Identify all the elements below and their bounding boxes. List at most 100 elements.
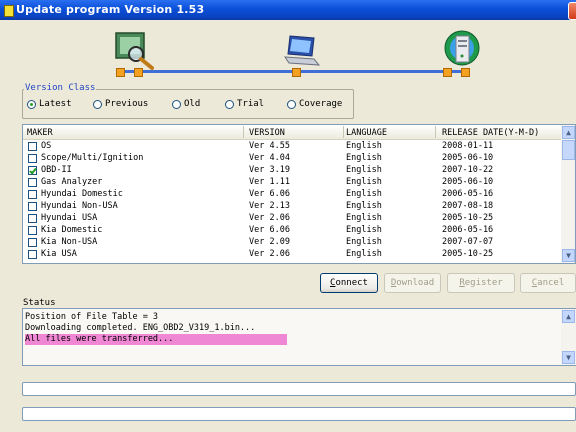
column-divider[interactable] [435,126,436,138]
release-date-cell: 2006-05-16 [442,189,494,199]
connect-label: Connect [330,278,368,288]
row-checkbox[interactable] [28,226,37,235]
status-line: All files were transferred... [25,334,174,344]
radio-indicator[interactable] [27,99,36,109]
laptop-icon[interactable] [282,32,322,68]
row-checkbox[interactable] [28,250,37,259]
version-cell: Ver 2.09 [249,237,290,247]
status-scrollbar[interactable]: ▲ ▼ [561,309,576,365]
radio-label: Previous [105,99,149,109]
version-cell: Ver 4.55 [249,141,290,151]
language-cell: English [346,177,382,187]
version-cell: Ver 6.06 [249,189,290,199]
row-checkbox[interactable] [28,178,37,187]
version-cell: Ver 6.06 [249,225,290,235]
radio-latest[interactable]: Latest [27,98,72,110]
status-line: Position of File Table = 3 [25,312,159,322]
server-icon[interactable] [442,28,482,70]
table-row[interactable]: OS Ver 4.55 English 2008-01-11 [23,141,561,152]
language-cell: English [346,189,382,199]
table-row[interactable]: Hyundai USA Ver 2.06 English 2005-10-25 [23,213,561,224]
table-row[interactable]: Hyundai Non-USA Ver 2.13 English 2007-08-18 [23,201,561,212]
table-row[interactable]: Hyundai Domestic Ver 6.06 English 2006-05-1… [23,189,561,200]
row-checkbox[interactable] [28,190,37,199]
table-row[interactable]: Kia Domestic Ver 6.06 English 2006-05-16 [23,225,561,236]
list-header: MAKER VERSION LANGUAGE RELEASE DATE(Y-M-… [23,125,561,140]
release-date-cell: 2005-06-10 [442,153,494,163]
language-cell: English [346,153,382,163]
row-checkbox[interactable] [28,166,37,175]
title-bar[interactable]: Update program Version 1.53 [0,0,576,20]
table-row[interactable]: Scope/Multi/Ignition Ver 4.04 English 2005-… [23,153,561,164]
column-header-release-date[interactable]: RELEASE DATE(Y-M-D) [442,128,539,138]
maker-cell: Kia USA [41,249,77,259]
radio-old[interactable]: Old [172,98,200,110]
release-date-cell: 2005-10-25 [442,213,494,223]
radio-trial[interactable]: Trial [225,98,264,110]
register-button[interactable]: Register [447,273,515,293]
row-checkbox[interactable] [28,142,37,151]
column-divider[interactable] [343,126,344,138]
connector-dot [292,68,301,77]
version-cell: Ver 2.06 [249,249,290,259]
version-cell: Ver 2.06 [249,213,290,223]
close-button[interactable] [568,2,576,20]
download-button[interactable]: Download [384,273,441,293]
cancel-label: Cancel [531,278,565,288]
row-checkbox[interactable] [28,238,37,247]
status-log[interactable]: Position of File Table = 3 Downloading c… [22,308,576,366]
radio-label: Latest [39,99,72,109]
scroll-thumb[interactable] [562,140,575,160]
radio-indicator[interactable] [225,99,234,109]
row-checkbox[interactable] [28,214,37,223]
maker-cell: Hyundai Domestic [41,189,123,199]
column-header-maker[interactable]: MAKER [27,128,53,138]
status-line: Downloading completed. ENG_OBD2_V319_1.b… [25,323,256,333]
language-cell: English [346,237,382,247]
column-divider[interactable] [243,126,244,138]
connect-button[interactable]: Connect [320,273,378,293]
row-checkbox[interactable] [28,154,37,163]
module-list[interactable]: MAKER VERSION LANGUAGE RELEASE DATE(Y-M-… [22,124,576,264]
maker-cell: Hyundai Non-USA [41,201,118,211]
table-row[interactable]: OBD-II Ver 3.19 English 2007-10-22 [23,165,561,176]
cancel-button[interactable]: Cancel [520,273,576,293]
maker-cell: OBD-II [41,165,72,175]
version-cell: Ver 1.11 [249,177,290,187]
row-checkbox[interactable] [28,202,37,211]
release-date-cell: 2005-10-25 [442,249,494,259]
inspect-icon[interactable] [112,30,158,72]
list-scrollbar[interactable]: ▲ ▼ [561,125,575,263]
radio-label: Coverage [299,99,343,109]
app-icon [4,5,14,17]
maker-cell: Scope/Multi/Ignition [41,153,144,163]
radio-label: Old [184,99,201,109]
radio-indicator[interactable] [287,99,296,109]
version-class-label: Version Class [24,83,97,93]
radio-label: Trial [237,99,265,109]
column-header-language[interactable]: LANGUAGE [346,128,387,138]
radio-previous[interactable]: Previous [93,98,148,110]
scroll-up-arrow[interactable]: ▲ [562,126,575,139]
scroll-down-arrow[interactable]: ▼ [562,351,575,364]
release-date-cell: 2008-01-11 [442,141,494,151]
scroll-up-arrow[interactable]: ▲ [562,310,575,323]
radio-indicator[interactable] [93,99,102,109]
release-date-cell: 2007-08-18 [442,201,494,211]
language-cell: English [346,141,382,151]
status-label: Status [23,298,56,308]
table-row[interactable]: Kia USA Ver 2.06 English 2005-10-25 [23,249,561,260]
scroll-down-arrow[interactable]: ▼ [562,249,575,262]
radio-indicator[interactable] [172,99,181,109]
radio-coverage[interactable]: Coverage [287,98,342,110]
release-date-cell: 2007-07-07 [442,237,494,247]
column-header-version[interactable]: VERSION [249,128,285,138]
maker-cell: Kia Non-USA [41,237,98,247]
window-title: Update program Version 1.53 [16,3,205,16]
table-row[interactable]: Kia Non-USA Ver 2.09 English 2007-07-07 [23,237,561,248]
language-cell: English [346,213,382,223]
version-cell: Ver 3.19 [249,165,290,175]
table-row[interactable]: Gas Analyzer Ver 1.11 English 2005-06-10 [23,177,561,188]
language-cell: English [346,165,382,175]
maker-cell: Kia Domestic [41,225,103,235]
